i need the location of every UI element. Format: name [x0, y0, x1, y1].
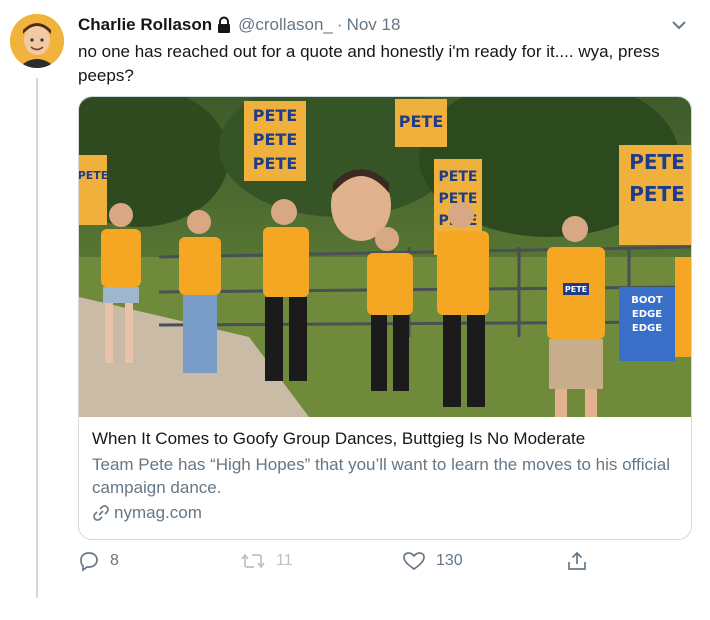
svg-text:BOOT: BOOT — [631, 295, 663, 306]
tweet-actions: 8 11 130 — [78, 550, 598, 576]
link-icon — [93, 505, 109, 521]
reply-count: 8 — [110, 552, 119, 569]
card-domain[interactable]: nymag.com — [92, 503, 679, 523]
card-domain-text: nymag.com — [114, 503, 202, 522]
tweet-header: Charlie Rollason @crollason_ · Nov 18 — [78, 12, 690, 38]
card-title[interactable]: When It Comes to Goofy Group Dances, But… — [92, 428, 679, 450]
avatar-image — [10, 14, 64, 68]
author-handle[interactable]: @crollason_ — [238, 15, 333, 35]
card-image: PETE PETE PETE PETE PETE PETE PETE PETE … — [79, 97, 691, 417]
svg-text:PETE: PETE — [253, 154, 298, 173]
chevron-down-icon[interactable] — [668, 14, 690, 36]
retweet-count: 11 — [276, 552, 293, 569]
svg-text:PETE: PETE — [629, 150, 685, 174]
card-body: When It Comes to Goofy Group Dances, But… — [92, 428, 679, 523]
like-button[interactable]: 130 — [402, 550, 463, 572]
separator-dot: · — [336, 15, 343, 34]
author-name[interactable]: Charlie Rollason — [78, 15, 212, 35]
link-card[interactable]: PETE PETE PETE PETE PETE PETE PETE PETE … — [78, 96, 692, 540]
thread-line — [36, 78, 38, 598]
svg-text:PETE: PETE — [79, 169, 108, 182]
card-description: Team Pete has “High Hopes” that you’ll w… — [92, 455, 670, 497]
lock-icon — [216, 16, 232, 34]
retweet-icon — [241, 553, 265, 569]
svg-text:PETE: PETE — [253, 106, 298, 125]
svg-text:PETE: PETE — [565, 285, 587, 294]
svg-text:PETE: PETE — [629, 182, 685, 206]
reply-button[interactable]: 8 — [78, 550, 119, 572]
svg-text:PETE: PETE — [399, 112, 444, 131]
reply-icon — [80, 552, 98, 572]
share-icon — [568, 551, 586, 570]
like-count: 130 — [436, 552, 463, 569]
tweet-text: no one has reached out for a quote and h… — [78, 42, 660, 85]
share-button[interactable] — [566, 550, 598, 572]
avatar[interactable] — [10, 14, 64, 68]
retweet-button[interactable]: 11 — [240, 550, 293, 572]
heart-icon — [403, 552, 425, 571]
tweet-date[interactable]: Nov 18 — [347, 15, 401, 35]
svg-text:PETE: PETE — [439, 169, 478, 185]
svg-text:EDGE: EDGE — [632, 309, 662, 320]
svg-text:EDGE: EDGE — [632, 323, 662, 334]
svg-text:PETE: PETE — [253, 130, 298, 149]
